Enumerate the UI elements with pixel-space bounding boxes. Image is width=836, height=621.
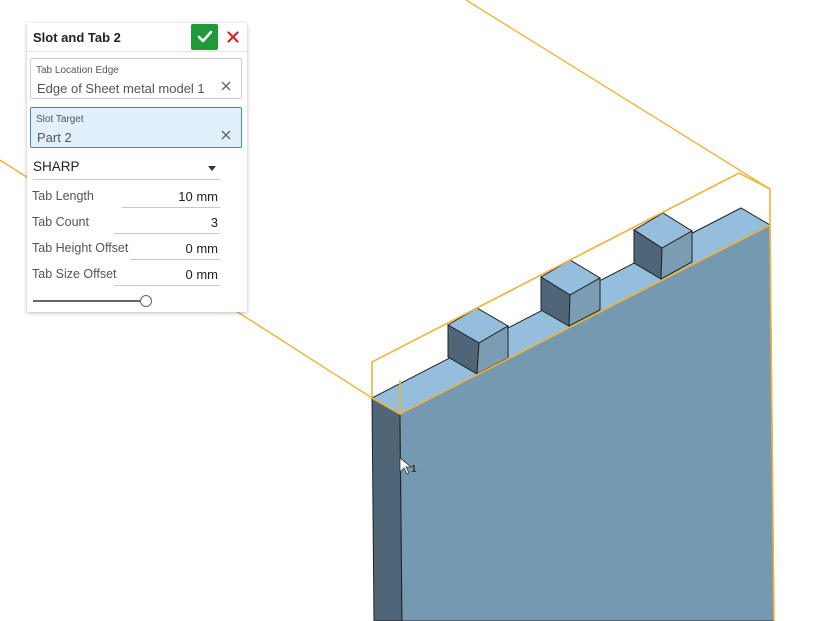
bounding-box-edge (465, 0, 771, 190)
slider-thumb[interactable] (140, 295, 152, 307)
preview-slider[interactable] (33, 295, 153, 307)
slot-and-tab-dialog: Slot and Tab 2 Tab Location Edge Edge of… (27, 23, 247, 312)
dialog-header: Slot and Tab 2 (27, 23, 247, 52)
slot-target-value: Part 2 (37, 130, 72, 145)
tab-height-offset-label: Tab Height Offset (32, 241, 129, 255)
close-icon (227, 31, 239, 43)
tab-length-row: Tab Length 10 mm (32, 186, 220, 208)
dialog-title: Slot and Tab 2 (33, 30, 121, 45)
tab-height-offset-input[interactable]: 0 mm (130, 238, 220, 260)
tab-location-edge-field[interactable]: Tab Location Edge Edge of Sheet metal mo… (30, 58, 242, 99)
tab-size-offset-label: Tab Size Offset (32, 267, 117, 281)
tab-count-value: 3 (210, 215, 218, 230)
checkmark-icon (197, 30, 212, 43)
clear-selection-icon[interactable] (220, 129, 232, 141)
tab-count-row: Tab Count 3 (32, 212, 220, 234)
slot-target-field[interactable]: Slot Target Part 2 (30, 107, 242, 148)
tab-height-offset-row: Tab Height Offset 0 mm (32, 238, 220, 260)
tab-location-edge-value: Edge of Sheet metal model 1 (37, 81, 205, 96)
tab-length-input[interactable]: 10 mm (122, 186, 220, 208)
slot-target-label: Slot Target (36, 114, 84, 125)
sheet-side-face[interactable] (371, 397, 403, 621)
tab-size-offset-input[interactable]: 0 mm (114, 264, 220, 286)
tab-count-label: Tab Count (32, 215, 89, 229)
cancel-button[interactable] (222, 24, 244, 50)
tab-height-offset-value: 0 mm (185, 241, 219, 256)
tab-length-label: Tab Length (32, 189, 94, 203)
tab-length-value: 10 mm (178, 189, 218, 204)
tab-size-offset-row: Tab Size Offset 0 mm (32, 264, 220, 286)
tab-count-input[interactable]: 3 (114, 212, 220, 234)
tab-location-edge-label: Tab Location Edge (36, 65, 119, 76)
chevron-down-icon (208, 166, 216, 171)
accept-button[interactable] (191, 24, 218, 50)
tab-size-offset-value: 0 mm (185, 267, 219, 282)
slider-track[interactable] (33, 300, 143, 302)
cursor-badge: 1 (411, 464, 417, 475)
clear-selection-icon[interactable] (220, 80, 232, 92)
corner-style-value: SHARP (33, 159, 80, 174)
corner-style-dropdown[interactable]: SHARP (33, 157, 220, 180)
